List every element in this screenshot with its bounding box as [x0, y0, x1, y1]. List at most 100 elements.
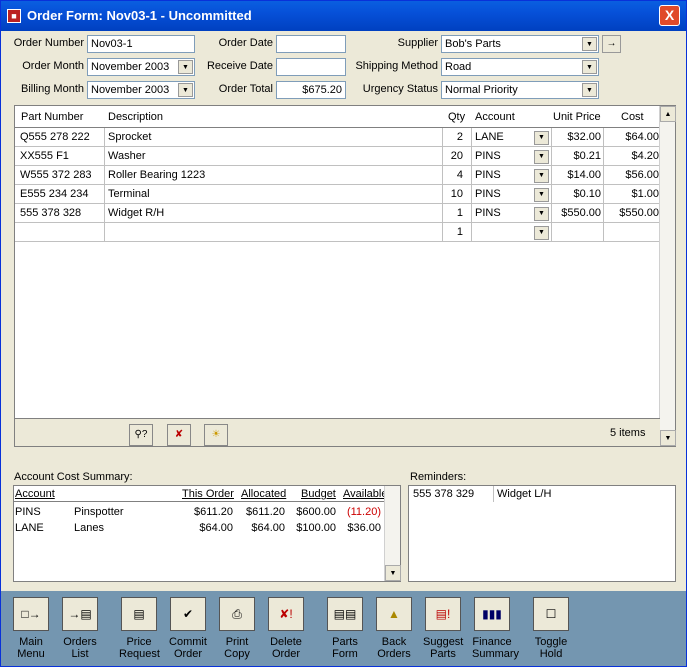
new-line-icon[interactable]: ☀ [204, 424, 228, 446]
cell-account[interactable]: LANE [475, 131, 504, 143]
scroll-down-icon[interactable]: ▼ [385, 565, 401, 581]
table-row[interactable]: XX555 F1 Washer 20 PINS ▼ $0.21 $4.20 [15, 147, 660, 166]
reminders-panel[interactable]: 555 378 329 Widget L/H [408, 485, 676, 582]
toggle-hold-button[interactable]: ☐ Toggle Hold [531, 597, 571, 660]
cell-qty[interactable]: 10 [443, 188, 463, 200]
table-row[interactable]: 555 378 328 Widget R/H 1 PINS ▼ $550.00 … [15, 204, 660, 223]
back-orders-button[interactable]: ▲ Back Orders [374, 597, 414, 660]
order-number-field[interactable]: Nov03-1 [87, 35, 195, 53]
summary-col-account[interactable]: Account [15, 488, 55, 500]
cell-unit-price[interactable]: $550.00 [553, 207, 601, 219]
table-row[interactable]: E555 234 234 Terminal 10 PINS ▼ $0.10 $1… [15, 185, 660, 204]
summary-col-this-order[interactable]: This Order [182, 488, 234, 500]
parts-form-button[interactable]: ▤▤ Parts Form [325, 597, 365, 660]
title-bar[interactable]: ■ Order Form: Nov03-1 - Uncommitted X [1, 1, 686, 31]
reminder-row[interactable]: 555 378 329 Widget L/H [409, 486, 675, 502]
main-menu-button[interactable]: □→ Main Menu [11, 597, 51, 660]
cell-account[interactable]: PINS [475, 188, 501, 200]
cell-part-number[interactable]: E555 234 234 [20, 188, 89, 200]
summary-account-name: Lanes [74, 522, 104, 534]
commit-order-button[interactable]: ✔ Commit Order [168, 597, 208, 660]
chevron-down-icon[interactable]: ▼ [582, 83, 597, 97]
table-row[interactable]: Q555 278 222 Sprocket 2 LANE ▼ $32.00 $6… [15, 128, 660, 147]
cell-part-number[interactable]: 555 378 328 [20, 207, 81, 219]
cell-description[interactable]: Roller Bearing 1223 [108, 169, 205, 181]
main-menu-label-2: Menu [17, 648, 45, 660]
finance-summary-button[interactable]: ▮▮▮ Finance Summary [472, 597, 519, 660]
cell-part-number[interactable]: W555 372 283 [20, 169, 92, 181]
price-request-button[interactable]: ▤ Price Request [119, 597, 160, 660]
suggest-parts-button[interactable]: ▤! Suggest Parts [423, 597, 463, 660]
cell-account[interactable]: PINS [475, 207, 501, 219]
chevron-down-icon[interactable]: ▼ [534, 188, 549, 202]
urgency-status-select[interactable]: Normal Priority ▼ [441, 81, 599, 99]
chevron-down-icon[interactable]: ▼ [534, 150, 549, 164]
find-part-icon[interactable]: ⚲? [129, 424, 153, 446]
close-button[interactable]: X [659, 5, 680, 26]
delete-line-icon[interactable]: ✘ [167, 424, 191, 446]
cell-part-number[interactable]: XX555 F1 [20, 150, 69, 162]
column-header-qty[interactable]: Qty [448, 111, 465, 123]
cell-qty[interactable]: 20 [443, 150, 463, 162]
summary-row[interactable]: PINS Pinspotter $611.20 $611.20 $600.00 … [14, 504, 384, 520]
cell-account[interactable]: PINS [475, 169, 501, 181]
chevron-down-icon[interactable]: ▼ [178, 60, 193, 74]
cell-qty[interactable]: 4 [443, 169, 463, 181]
column-divider [493, 486, 494, 502]
delete-order-button[interactable]: ✘! Delete Order [266, 597, 306, 660]
bottom-toolbar: □→ Main Menu →▤ Orders List ▤ Price Request… [1, 591, 686, 666]
shipping-method-select[interactable]: Road ▼ [441, 58, 599, 76]
summary-budget: $600.00 [296, 506, 336, 518]
summary-col-available[interactable]: Available [343, 488, 387, 500]
order-month-select[interactable]: November 2003 ▼ [87, 58, 195, 76]
column-header-description[interactable]: Description [108, 111, 163, 123]
order-date-field[interactable] [276, 35, 346, 53]
new-table-row[interactable]: 1 ▼ [15, 223, 660, 242]
chevron-down-icon[interactable]: ▼ [534, 207, 549, 221]
receive-date-field[interactable] [276, 58, 346, 76]
summary-available: $36.00 [347, 522, 381, 534]
supplier-select[interactable]: Bob's Parts ▼ [441, 35, 599, 53]
summary-row[interactable]: LANE Lanes $64.00 $64.00 $100.00 $36.00 [14, 520, 384, 536]
cell-description[interactable]: Widget R/H [108, 207, 164, 219]
summary-col-budget[interactable]: Budget [301, 488, 336, 500]
column-header-unit-price[interactable]: Unit Price [553, 111, 601, 123]
chevron-down-icon[interactable]: ▼ [534, 226, 549, 240]
cell-unit-price[interactable]: $32.00 [553, 131, 601, 143]
grid-scrollbar[interactable]: ▲ ▼ [659, 106, 676, 446]
cell-unit-price[interactable]: $0.10 [553, 188, 601, 200]
orders-list-button[interactable]: →▤ Orders List [60, 597, 100, 660]
cell-unit-price[interactable]: $0.21 [553, 150, 601, 162]
table-row[interactable]: W555 372 283 Roller Bearing 1223 4 PINS … [15, 166, 660, 185]
book-icon: ▤▤ [327, 597, 363, 631]
cell-part-number[interactable]: Q555 278 222 [20, 131, 90, 143]
print-copy-button[interactable]: ⎙ Print Copy [217, 597, 257, 660]
supplier-goto-icon[interactable]: → [602, 35, 621, 53]
column-header-part-number[interactable]: Part Number [21, 111, 83, 123]
scroll-up-icon[interactable]: ▲ [660, 106, 676, 122]
chevron-down-icon[interactable]: ▼ [582, 37, 597, 51]
cell-unit-price[interactable]: $14.00 [553, 169, 601, 181]
billing-month-select[interactable]: November 2003 ▼ [87, 81, 195, 99]
chevron-down-icon[interactable]: ▼ [534, 169, 549, 183]
summary-col-allocated[interactable]: Allocated [241, 488, 286, 500]
cell-qty[interactable]: 1 [443, 207, 463, 219]
cell-account[interactable]: PINS [475, 150, 501, 162]
cell-description[interactable]: Sprocket [108, 131, 151, 143]
scroll-down-icon[interactable]: ▼ [660, 430, 676, 446]
column-header-account[interactable]: Account [475, 111, 515, 123]
chevron-down-icon[interactable]: ▼ [534, 131, 549, 145]
billing-month-label: Billing Month [21, 83, 84, 95]
cell-description[interactable]: Terminal [108, 188, 150, 200]
chevron-down-icon[interactable]: ▼ [178, 83, 193, 97]
chevron-down-icon[interactable]: ▼ [582, 60, 597, 74]
price-request-label-1: Price [126, 636, 152, 648]
order-lines-grid[interactable]: Part Number Description Qty Account Unit… [14, 105, 676, 447]
cell-qty[interactable]: 1 [443, 226, 463, 238]
account-summary-panel[interactable]: Account This Order Allocated Budget Avai… [13, 485, 401, 582]
cell-qty[interactable]: 2 [443, 131, 463, 143]
column-header-cost[interactable]: Cost [621, 111, 644, 123]
summary-this-order: $64.00 [199, 522, 233, 534]
summary-scrollbar[interactable]: ▼ [384, 486, 401, 581]
cell-description[interactable]: Washer [108, 150, 146, 162]
